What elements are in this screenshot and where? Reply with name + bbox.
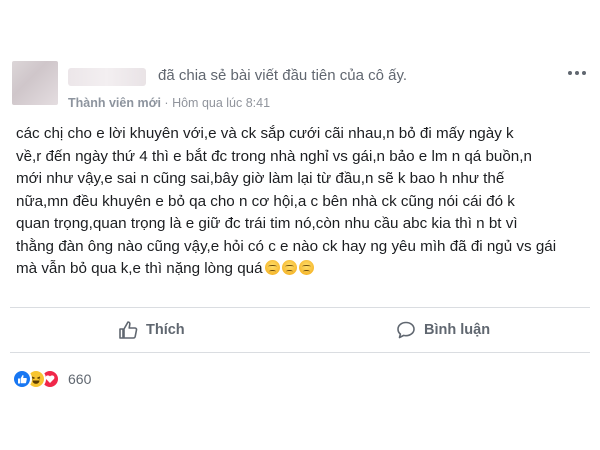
post-body-line: nữa,mn đều khuyên e bỏ qa cho n cơ hội,a… xyxy=(16,192,515,210)
worried-face-icon xyxy=(264,260,280,275)
reactions-summary[interactable]: 660 xyxy=(12,368,91,390)
post-body-line: mà vẫn bỏ qua k,e thì nặng lòng quá xyxy=(16,260,263,277)
thumbs-up-icon xyxy=(119,321,138,339)
post-header: đã chia sẻ bài viết đầu tiên của cô ấy. … xyxy=(10,60,590,116)
post-body-line: thằng đàn ông nào cũng vậy,e hỏi có c e … xyxy=(16,237,557,255)
post-card: đã chia sẻ bài viết đầu tiên của cô ấy. … xyxy=(0,0,600,450)
avatar[interactable] xyxy=(12,61,58,105)
post-timestamp[interactable]: Hôm qua lúc 8:41 xyxy=(172,96,270,110)
comment-button[interactable]: Bình luận xyxy=(396,314,490,346)
post-actions: Thích Bình luận xyxy=(10,310,590,350)
author-name-blurred[interactable] xyxy=(68,68,146,86)
like-reaction-icon xyxy=(12,369,32,389)
meta-separator: · xyxy=(164,96,169,110)
like-button[interactable]: Thích xyxy=(118,314,185,346)
post-meta: Thành viên mới · Hôm qua lúc 8:41 xyxy=(68,96,270,110)
divider xyxy=(10,307,590,308)
divider xyxy=(10,352,590,353)
post-body-line: các chị cho e lời khuyên với,e và ck sắp… xyxy=(16,125,514,142)
more-options-icon[interactable] xyxy=(568,68,586,78)
worried-face-icon xyxy=(281,260,297,275)
post-body: các chị cho e lời khuyên với,e và ck sắp… xyxy=(16,123,588,281)
post-body-line: mới như vậy,e sai n cũng sai,bây giờ làm… xyxy=(16,170,505,187)
share-text: đã chia sẻ bài viết đầu tiên của cô ấy. xyxy=(158,67,408,84)
post-body-line: quan trọng,quan trọng là e giữ đc trái t… xyxy=(16,215,518,232)
author-role-badge: Thành viên mới xyxy=(68,96,161,110)
worried-face-icon xyxy=(298,260,314,275)
comment-label: Bình luận xyxy=(424,322,491,338)
reaction-count: 660 xyxy=(68,371,92,387)
post-body-line: về,r đến ngày thứ 4 thì e bắt đc trong n… xyxy=(16,147,532,165)
comment-icon xyxy=(397,321,415,339)
like-label: Thích xyxy=(146,322,185,338)
post-body-last-line: mà vẫn bỏ qua k,e thì nặng lòng quá xyxy=(16,258,588,281)
